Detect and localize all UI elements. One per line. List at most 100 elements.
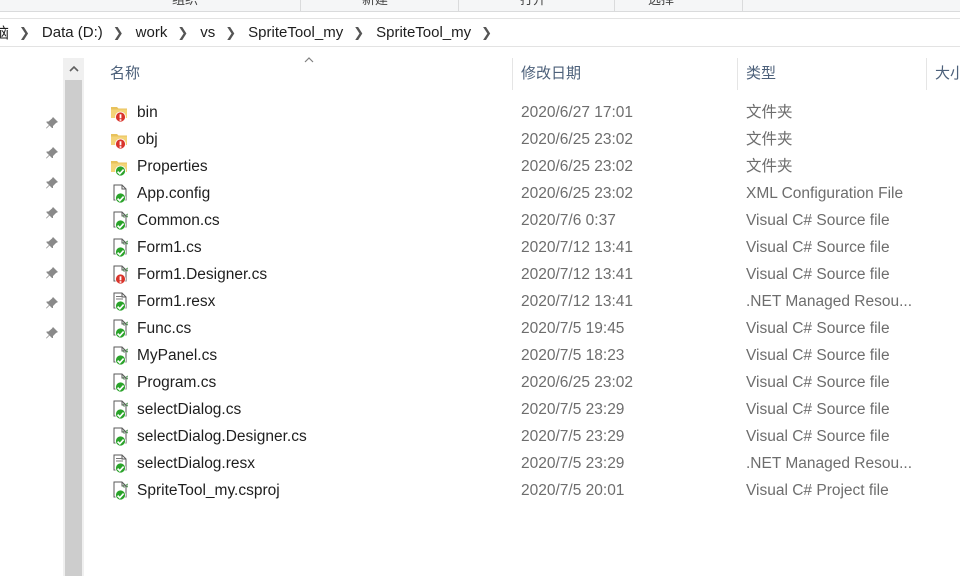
- file-type: .NET Managed Resou...: [746, 293, 912, 310]
- ribbon-divider: [742, 0, 743, 11]
- file-row[interactable]: c# SpriteTool_my.csproj 2020/7/5 20:01 Visu…: [88, 477, 960, 504]
- file-type: Visual C# Source file: [746, 212, 890, 229]
- navigation-pane: [0, 58, 86, 576]
- file-type: Visual C# Source file: [746, 266, 890, 283]
- svg-text:c#: c#: [123, 402, 129, 408]
- pin-icon[interactable]: [45, 236, 59, 250]
- pin-icon[interactable]: [45, 266, 59, 280]
- svg-text:c#: c#: [123, 483, 129, 489]
- file-type: Visual C# Source file: [746, 401, 890, 418]
- file-modified-date: 2020/6/25 23:02: [521, 158, 634, 175]
- navigation-scrollbar[interactable]: [63, 58, 84, 576]
- folder-icon: [111, 107, 127, 122]
- csharp-file-icon: c#: [113, 346, 128, 365]
- file-row[interactable]: selectDialog.resx 2020/7/5 23:29 .NET Mana…: [88, 450, 960, 477]
- svg-text:c#: c#: [123, 240, 129, 246]
- breadcrumb-item-solution[interactable]: SpriteTool_my: [248, 24, 343, 41]
- file-name[interactable]: Program.cs: [137, 369, 507, 396]
- file-modified-date: 2020/6/25 23:02: [521, 131, 634, 148]
- scroll-up-button[interactable]: [63, 58, 84, 78]
- svg-text:c#: c#: [123, 213, 129, 219]
- file-modified-date: 2020/7/5 23:29: [521, 428, 625, 445]
- file-modified-date: 2020/7/5 18:23: [521, 347, 625, 364]
- ribbon-label-organize: 组织: [172, 0, 198, 7]
- file-row[interactable]: Properties 2020/6/25 23:02 文件夹: [88, 153, 960, 180]
- file-row[interactable]: c# Func.cs 2020/7/5 19:45 Visual C# Source …: [88, 315, 960, 342]
- file-type: 文件夹: [746, 104, 793, 121]
- breadcrumb-item-pc[interactable]: 脑: [0, 22, 9, 43]
- file-row[interactable]: c# Program.cs 2020/6/25 23:02 Visual C# Sou…: [88, 369, 960, 396]
- breadcrumb-item-project[interactable]: SpriteTool_my: [376, 24, 471, 41]
- file-name[interactable]: Form1.Designer.cs: [137, 261, 507, 288]
- csproj-file-icon: c#: [113, 481, 129, 500]
- file-modified-date: 2020/6/27 17:01: [521, 104, 634, 121]
- config-file-icon: [113, 184, 127, 203]
- pin-icon[interactable]: [45, 326, 59, 340]
- column-header-date[interactable]: 修改日期: [513, 58, 737, 90]
- column-header-row: 名称 修改日期 类型 大小: [88, 57, 960, 90]
- resx-file-icon: [113, 292, 127, 311]
- breadcrumb-item-work[interactable]: work: [136, 24, 168, 41]
- scrollbar-thumb[interactable]: [65, 80, 82, 576]
- file-row[interactable]: c# Form1.Designer.cs 2020/7/12 13:41 Visual…: [88, 261, 960, 288]
- chevron-right-icon[interactable]: ❯: [19, 25, 30, 41]
- folder-icon: [111, 134, 127, 149]
- file-row[interactable]: c# Form1.cs 2020/7/12 13:41 Visual C# Sourc…: [88, 234, 960, 261]
- file-type: 文件夹: [746, 158, 793, 175]
- file-name[interactable]: Form1.cs: [137, 234, 507, 261]
- file-type: Visual C# Project file: [746, 482, 889, 499]
- pin-icon[interactable]: [45, 176, 59, 190]
- file-row[interactable]: c# MyPanel.cs 2020/7/5 18:23 Visual C# Sour…: [88, 342, 960, 369]
- pin-icon[interactable]: [45, 146, 59, 160]
- chevron-right-icon[interactable]: ❯: [481, 25, 492, 41]
- ribbon-divider: [458, 0, 459, 11]
- file-row[interactable]: c# selectDialog.Designer.cs 2020/7/5 23:29…: [88, 423, 960, 450]
- csharp-file-icon: c#: [113, 265, 128, 284]
- file-row[interactable]: bin 2020/6/27 17:01 文件夹: [88, 99, 960, 126]
- column-header-type[interactable]: 类型: [738, 58, 926, 90]
- csharp-file-icon: c#: [113, 373, 129, 392]
- file-row[interactable]: obj 2020/6/25 23:02 文件夹: [88, 126, 960, 153]
- file-type: XML Configuration File: [746, 185, 904, 202]
- breadcrumb-item-vs[interactable]: vs: [200, 24, 215, 41]
- file-type: 文件夹: [746, 131, 793, 148]
- file-name[interactable]: selectDialog.resx: [137, 450, 507, 477]
- svg-text:c#: c#: [123, 375, 129, 381]
- file-row[interactable]: App.config 2020/6/25 23:02 XML Configurati…: [88, 180, 960, 207]
- chevron-right-icon[interactable]: ❯: [225, 25, 236, 41]
- file-modified-date: 2020/7/12 13:41: [521, 239, 634, 256]
- file-row[interactable]: c# Common.cs 2020/7/6 0:37 Visual C# Source…: [88, 207, 960, 234]
- chevron-right-icon[interactable]: ❯: [177, 25, 188, 41]
- file-row[interactable]: c# selectDialog.cs 2020/7/5 23:29 Visual C#…: [88, 396, 960, 423]
- resx-file-icon: [113, 454, 127, 473]
- file-name[interactable]: Form1.resx: [137, 288, 507, 315]
- chevron-up-icon: [68, 65, 79, 72]
- column-header-size[interactable]: 大小: [927, 58, 960, 90]
- file-name[interactable]: bin: [137, 99, 507, 126]
- file-name[interactable]: Properties: [137, 153, 507, 180]
- chevron-right-icon[interactable]: ❯: [353, 25, 364, 41]
- file-name[interactable]: Common.cs: [137, 207, 507, 234]
- address-bar[interactable]: 脑 ❯ Data (D:) ❯ work ❯ vs ❯ SpriteTool_m…: [0, 18, 960, 47]
- pin-icon[interactable]: [45, 296, 59, 310]
- file-name[interactable]: Func.cs: [137, 315, 507, 342]
- file-type: .NET Managed Resou...: [746, 455, 912, 472]
- pin-icon[interactable]: [45, 206, 59, 220]
- file-modified-date: 2020/7/12 13:41: [521, 266, 634, 283]
- file-name[interactable]: selectDialog.cs: [137, 396, 507, 423]
- file-type: Visual C# Source file: [746, 374, 890, 391]
- file-name[interactable]: MyPanel.cs: [137, 342, 507, 369]
- column-header-name[interactable]: 名称: [102, 58, 512, 90]
- file-row[interactable]: Form1.resx 2020/7/12 13:41 .NET Managed Re…: [88, 288, 960, 315]
- file-name[interactable]: obj: [137, 126, 507, 153]
- folder-icon: [111, 161, 127, 176]
- breadcrumb-item-drive[interactable]: Data (D:): [42, 24, 103, 41]
- chevron-right-icon[interactable]: ❯: [113, 25, 124, 41]
- file-name[interactable]: selectDialog.Designer.cs: [137, 423, 507, 450]
- ribbon-group-labels: 组织 新建 打开 选择: [0, 0, 960, 12]
- file-name[interactable]: App.config: [137, 180, 507, 207]
- file-name[interactable]: SpriteTool_my.csproj: [137, 477, 507, 504]
- file-modified-date: 2020/7/12 13:41: [521, 293, 634, 310]
- file-modified-date: 2020/7/5 19:45: [521, 320, 625, 337]
- pin-icon[interactable]: [45, 116, 59, 130]
